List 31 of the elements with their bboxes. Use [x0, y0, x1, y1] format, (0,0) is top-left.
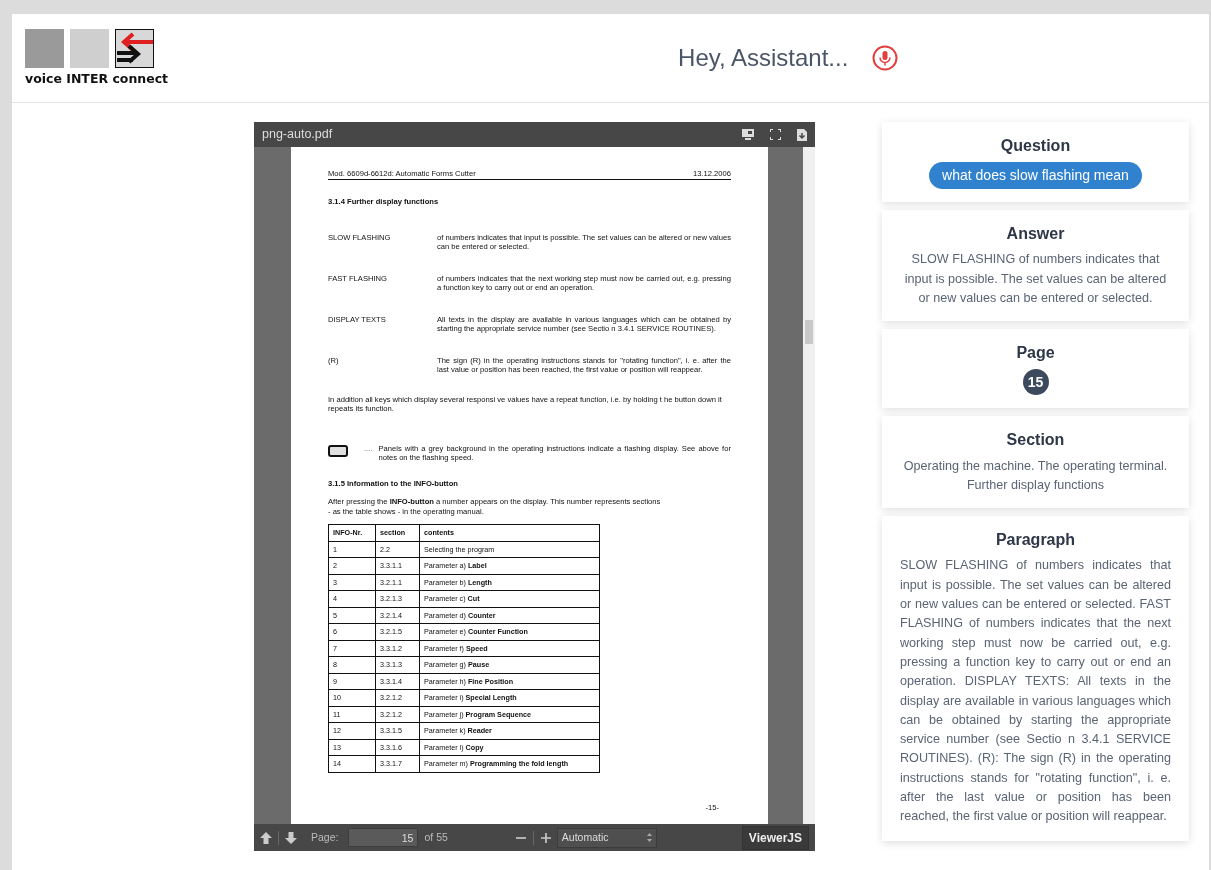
- microphone-icon[interactable]: [872, 45, 899, 71]
- file-name: png-auto.pdf: [262, 126, 333, 144]
- card-text: SLOW FLASHING of numbers indicates that input is possible. The set values can be altered or new values can be entered or selected. FAST FLASHING of numbers indicates that the next working step must now be carried out, e.g. pressing a function key to carry out or end an operation. DISPLAY TEXTS: All texts in the display are available in various languages which can be obtained by starting the appropriate service number (see Sectio n 3.4.1 SERVICE ROUTINES). (R): The sign (R) in the operating instructions stands for "rotating function", i. e. after the last value or position has been reached, the first value or position will reappear.: [900, 557, 1171, 826]
- zoom-value: Automatic: [561, 829, 609, 845]
- zoom-in-icon[interactable]: [540, 832, 551, 843]
- question-pill: what does slow flashing mean: [929, 162, 1142, 190]
- select-arrows-icon: [646, 833, 652, 842]
- card-title: Section: [1005, 430, 1066, 450]
- page-field[interactable]: 15: [348, 828, 419, 847]
- zoom-select[interactable]: Automatic: [556, 827, 657, 848]
- assistant-prompt: Hey, Assistant...: [678, 43, 849, 73]
- arrow-up-icon[interactable]: [260, 831, 272, 844]
- card-text: SLOW FLASHING of numbers indicates that input is possible. The set values can be altered or new values can be entered or selected.: [903, 251, 1168, 307]
- fullscreen-icon[interactable]: [770, 129, 781, 140]
- download-icon[interactable]: [797, 128, 807, 141]
- logo-square: [25, 29, 64, 68]
- viewerjs-button[interactable]: ViewerJS: [741, 825, 809, 850]
- card-text: Operating the machine. The operating terminal. Further display functions: [902, 457, 1169, 494]
- logo-text: voice INTER connect: [25, 71, 169, 87]
- presentation-icon[interactable]: [742, 129, 754, 140]
- arrows-logo-icon: [115, 29, 154, 68]
- panel-symbol-icon: [328, 444, 348, 457]
- card-title: Page: [1015, 343, 1056, 363]
- card-title: Paragraph: [994, 530, 1077, 550]
- logo-square: [70, 29, 109, 68]
- card-title: Answer: [1005, 224, 1066, 244]
- page-badge: 15: [1022, 369, 1049, 396]
- page-count: of 55: [424, 829, 448, 845]
- page-label: Page:: [311, 829, 339, 845]
- arrow-down-icon[interactable]: [285, 831, 297, 844]
- card-title: Question: [999, 136, 1072, 156]
